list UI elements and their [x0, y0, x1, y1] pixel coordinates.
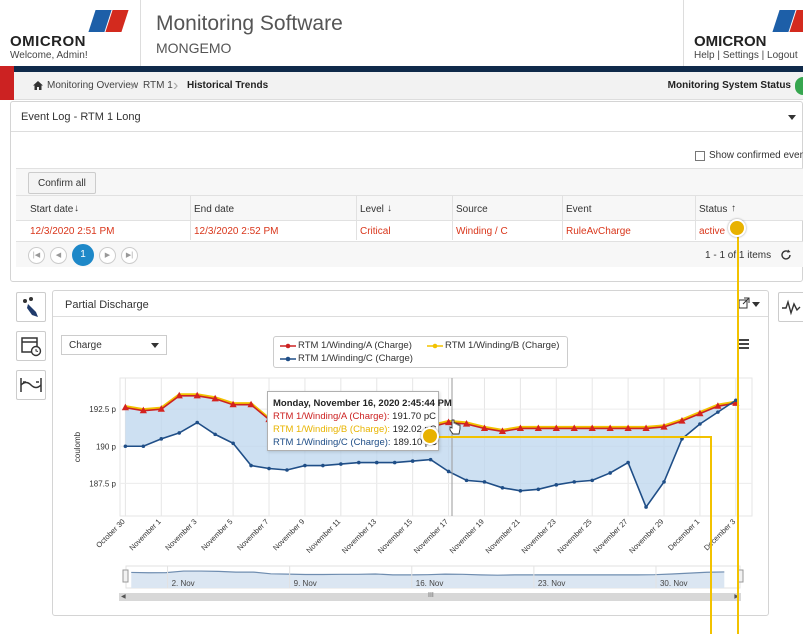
x-axis-ticks: October 30 November 1 November 3 November 5… — [94, 517, 737, 555]
tooltip-label-c: RTM 1/Winding/C (Charge): — [273, 437, 391, 448]
data-point — [392, 460, 397, 465]
data-point — [500, 486, 505, 490]
tooltip-label-a: RTM 1/Winding/A (Charge): — [273, 411, 390, 422]
data-point — [339, 462, 343, 466]
scrollbar-grip[interactable]: III — [428, 592, 434, 599]
x-tick-label: November 5 — [199, 517, 234, 552]
navigator-label: 16. Nov — [416, 579, 444, 588]
x-tick-label: November 13 — [340, 517, 378, 555]
data-point — [716, 410, 720, 414]
data-point — [141, 444, 146, 449]
data-point — [446, 469, 451, 474]
y-tick-label: 192.5 p — [89, 405, 116, 414]
x-tick-label: November 19 — [448, 517, 486, 555]
navigator-label: 9. Nov — [294, 579, 317, 588]
x-tick-label: November 9 — [271, 517, 306, 552]
data-point — [321, 463, 325, 468]
x-tick-label: November 1 — [127, 517, 162, 552]
y-tick-label: 187.5 p — [89, 479, 116, 488]
data-point — [303, 463, 307, 468]
callout-marker-tooltip — [421, 427, 439, 445]
navigator-scrollbar[interactable]: ◀ III ▶ — [119, 592, 741, 601]
hand-cursor-icon — [449, 419, 461, 435]
data-point — [428, 457, 433, 462]
callout-line-tooltip-drop — [710, 436, 712, 634]
callout-marker-status — [728, 219, 746, 237]
y-tick-label: 190 p — [96, 442, 117, 451]
navigator-label: 2. Nov — [172, 579, 195, 588]
data-point — [123, 444, 128, 449]
data-point — [267, 466, 271, 471]
data-point — [662, 480, 666, 484]
navigator-handle-left — [122, 569, 129, 583]
navigator-label: 23. Nov — [538, 579, 566, 588]
callout-line-status — [737, 228, 739, 634]
scroll-left-icon[interactable]: ◀ — [121, 593, 126, 600]
data-point — [536, 487, 541, 492]
y-axis-ticks: 187.5 p 190 p 192.5 p — [89, 405, 116, 488]
partial-discharge-chart[interactable]: 187.5 p190 p192.5 p October 30 November 1… — [0, 0, 803, 634]
x-tick-label: November 23 — [520, 517, 558, 555]
tooltip-row-b: RTM 1/Winding/B (Charge): 192.02 pC — [273, 423, 437, 436]
data-point — [410, 459, 415, 463]
data-point — [554, 483, 559, 487]
x-tick-label: December 3 — [702, 517, 737, 552]
navigator: 2. Nov 9. Nov 16. Nov 23. Nov 30. Nov — [122, 565, 744, 589]
data-point — [482, 480, 487, 484]
tooltip-date: Monday, November 16, 2020 2:45:44 PM — [273, 398, 452, 409]
data-point — [159, 437, 164, 441]
x-tick-label: October 30 — [94, 517, 127, 550]
data-point — [608, 471, 612, 475]
x-tick-label: November 27 — [591, 517, 629, 555]
data-point — [213, 432, 217, 437]
x-tick-label: December 1 — [666, 517, 701, 552]
data-point — [195, 420, 200, 425]
data-point — [644, 505, 648, 509]
navigator-label: 30. Nov — [660, 579, 688, 588]
x-tick-label: November 17 — [412, 517, 450, 555]
data-point — [249, 463, 253, 468]
data-point — [698, 422, 702, 426]
data-point — [356, 460, 361, 465]
tooltip-row-c: RTM 1/Winding/C (Charge): 189.10 pC — [273, 436, 437, 449]
x-tick-label: November 15 — [376, 517, 414, 555]
x-tick-label: November 3 — [163, 517, 198, 552]
data-point — [590, 478, 595, 483]
y-axis-label: coulomb — [73, 431, 82, 462]
data-point — [626, 460, 630, 465]
x-tick-label: November 11 — [304, 517, 342, 555]
x-tick-label: November 29 — [627, 517, 665, 555]
data-point — [464, 478, 469, 483]
tooltip-row-a: RTM 1/Winding/A (Charge): 191.70 pC — [273, 410, 436, 423]
x-tick-label: November 7 — [235, 517, 270, 552]
tooltip-value-a: 191.70 pC — [392, 411, 436, 422]
chart-tooltip: Monday, November 16, 2020 2:45:44 PM RTM… — [267, 391, 452, 451]
x-tick-label: November 21 — [484, 517, 522, 555]
data-point — [572, 480, 577, 484]
data-point — [374, 460, 379, 465]
x-tick-label: November 25 — [555, 517, 593, 555]
callout-line-tooltip — [431, 436, 712, 438]
data-point — [285, 468, 289, 472]
tooltip-label-b: RTM 1/Winding/B (Charge): — [273, 424, 391, 435]
data-point — [518, 488, 523, 493]
data-point — [177, 431, 182, 435]
data-point — [231, 441, 235, 446]
